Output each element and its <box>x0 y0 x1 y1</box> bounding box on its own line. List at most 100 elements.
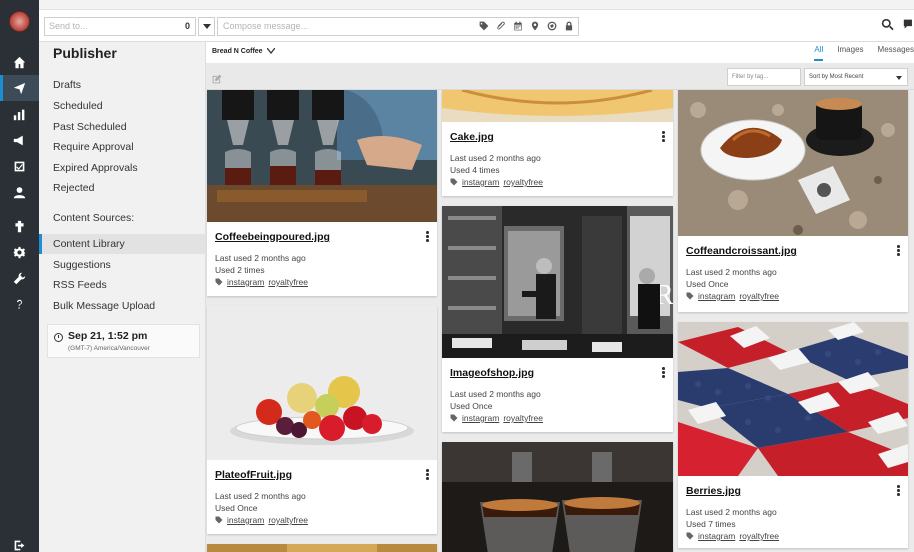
search-icon[interactable] <box>881 18 894 36</box>
compose-message-input[interactable]: Compose message... <box>217 17 579 36</box>
card-use-count: Used 7 times <box>686 519 736 529</box>
globe-icon[interactable] <box>546 20 557 32</box>
card-meta: PlateofFruit.jpg Last used 2 months ago … <box>207 460 437 534</box>
tag-filter-input[interactable]: Filter by tag... <box>727 68 801 86</box>
card-image[interactable]: R <box>442 206 673 358</box>
analytics-icon[interactable] <box>0 101 39 127</box>
location-pin-icon[interactable] <box>529 20 540 32</box>
card-use-count: Used Once <box>450 401 493 411</box>
tag-link[interactable]: royaltyfree <box>503 177 543 187</box>
content-tabs: All Images Messages <box>814 45 914 61</box>
tab-images[interactable]: Images <box>837 45 863 61</box>
card-image[interactable] <box>207 544 437 552</box>
clock-icon <box>54 333 63 342</box>
home-icon[interactable] <box>0 49 39 75</box>
more-options-icon[interactable] <box>426 231 429 242</box>
card-image[interactable] <box>442 90 673 122</box>
tab-messages[interactable]: Messages <box>878 45 914 61</box>
more-options-icon[interactable] <box>662 131 665 142</box>
edit-icon[interactable] <box>212 71 222 84</box>
send-to-dropdown-button[interactable] <box>198 17 215 36</box>
content-sources-heading: Content Sources: <box>53 212 135 224</box>
more-options-icon[interactable] <box>426 469 429 480</box>
send-to-input[interactable]: Send to... 0 <box>44 17 196 36</box>
sidebar-item-require-approval[interactable]: Require Approval <box>39 137 205 157</box>
sidebar-item-drafts[interactable]: Drafts <box>39 75 205 95</box>
card-filename[interactable]: Cake.jpg <box>450 131 494 143</box>
card-image[interactable] <box>442 442 673 552</box>
card-last-used: Last used 2 months ago <box>215 491 306 501</box>
sort-select[interactable]: Sort by Most Recent <box>804 68 908 86</box>
sidebar-item-content-library[interactable]: Content Library <box>39 234 205 254</box>
more-options-icon[interactable] <box>897 245 900 256</box>
tag-link[interactable]: royaltyfree <box>268 515 308 525</box>
library-card-partial[interactable] <box>207 544 437 552</box>
library-card-plateoffruit[interactable]: PlateofFruit.jpg Last used 2 months ago … <box>207 306 437 534</box>
chevron-down-icon <box>203 24 211 29</box>
library-card-espresso[interactable] <box>442 442 673 552</box>
lock-icon[interactable] <box>563 20 574 32</box>
settings-gear-icon[interactable] <box>0 239 39 265</box>
publisher-icon[interactable] <box>0 75 39 101</box>
card-tags: instagram royaltyfree <box>215 277 308 287</box>
tag-link[interactable]: instagram <box>462 413 499 423</box>
card-image[interactable] <box>678 322 908 476</box>
tools-wrench-icon[interactable] <box>0 265 39 291</box>
apps-icon[interactable] <box>0 213 39 239</box>
tag-link[interactable]: instagram <box>698 291 735 301</box>
tag-link[interactable]: instagram <box>462 177 499 187</box>
tag-link[interactable]: royaltyfree <box>268 277 308 287</box>
sidebar-item-scheduled[interactable]: Scheduled <box>39 96 205 116</box>
calendar-icon[interactable] <box>512 20 523 32</box>
contacts-icon[interactable] <box>0 179 39 205</box>
card-image[interactable] <box>678 90 908 236</box>
card-use-count: Used 2 times <box>215 265 265 275</box>
more-options-icon[interactable] <box>897 485 900 496</box>
tag-link[interactable]: instagram <box>227 277 264 287</box>
card-filename[interactable]: Coffeebeingpoured.jpg <box>215 231 330 243</box>
logout-icon[interactable] <box>0 538 39 552</box>
account-name: Bread N Coffee <box>212 48 263 55</box>
notifications-icon[interactable] <box>903 18 914 36</box>
sidebar-title: Publisher <box>53 45 117 61</box>
sidebar-item-past-scheduled[interactable]: Past Scheduled <box>39 117 205 137</box>
sidebar-item-suggestions[interactable]: Suggestions <box>39 255 205 275</box>
sidebar-item-bulk-message-upload[interactable]: Bulk Message Upload <box>39 296 205 316</box>
tag-link[interactable]: royaltyfree <box>503 413 543 423</box>
card-meta: Imageofshop.jpg Last used 2 months ago U… <box>442 358 673 432</box>
brand-logo[interactable] <box>9 11 30 32</box>
library-card-berries[interactable]: Berries.jpg Last used 2 months ago Used … <box>678 322 908 548</box>
tag-link[interactable]: royaltyfree <box>739 531 779 541</box>
card-filename[interactable]: Imageofshop.jpg <box>450 367 534 379</box>
tag-link[interactable]: royaltyfree <box>739 291 779 301</box>
card-image[interactable] <box>207 90 437 222</box>
attachment-icon[interactable] <box>495 20 506 32</box>
library-card-coffeandcroissant[interactable]: Coffeandcroissant.jpg Last used 2 months… <box>678 90 908 312</box>
sidebar-item-expired-approvals[interactable]: Expired Approvals <box>39 158 205 178</box>
current-time: Sep 21, 1:52 pm <box>68 330 148 342</box>
card-last-used: Last used 2 months ago <box>686 507 777 517</box>
tab-all[interactable]: All <box>814 45 824 61</box>
card-filename[interactable]: PlateofFruit.jpg <box>215 469 292 481</box>
tag-link[interactable]: instagram <box>698 531 735 541</box>
tag-link[interactable]: instagram <box>227 515 264 525</box>
account-selector[interactable]: Bread N Coffee <box>212 47 276 55</box>
library-card-imageofshop[interactable]: R Imageofshop.jpg Last used 2 months ago… <box>442 206 673 432</box>
assignments-icon[interactable] <box>0 153 39 179</box>
sidebar-item-rejected[interactable]: Rejected <box>39 178 205 198</box>
card-filename[interactable]: Berries.jpg <box>686 485 741 497</box>
app-nav-bar <box>0 0 39 552</box>
card-image[interactable] <box>207 306 437 460</box>
sort-label: Sort by Most Recent <box>809 74 864 80</box>
help-question-icon[interactable] <box>0 291 39 317</box>
card-filename[interactable]: Coffeandcroissant.jpg <box>686 245 797 257</box>
tag-icon[interactable] <box>478 20 489 32</box>
tag-icon <box>686 532 694 540</box>
card-meta: Cake.jpg Last used 2 months ago Used 4 t… <box>442 122 673 196</box>
card-tags: instagram royaltyfree <box>450 413 543 423</box>
library-card-cake[interactable]: Cake.jpg Last used 2 months ago Used 4 t… <box>442 90 673 196</box>
campaigns-icon[interactable] <box>0 127 39 153</box>
library-card-coffeebeingpoured[interactable]: Coffeebeingpoured.jpg Last used 2 months… <box>207 90 437 296</box>
sidebar-item-rss-feeds[interactable]: RSS Feeds <box>39 275 205 295</box>
more-options-icon[interactable] <box>662 367 665 378</box>
